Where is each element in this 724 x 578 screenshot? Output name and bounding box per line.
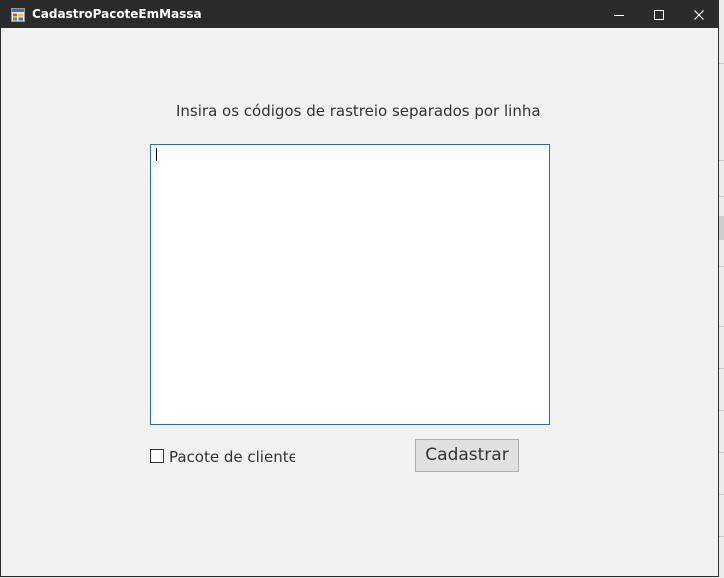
client-package-checkbox[interactable] — [150, 449, 164, 463]
background-scrollbar-thumb — [719, 216, 724, 240]
minimize-icon — [614, 5, 624, 24]
maximize-icon — [654, 5, 664, 24]
tracking-codes-textarea[interactable] — [150, 144, 550, 425]
window-title: CadastroPacoteEmMassa — [32, 7, 202, 21]
minimize-button[interactable] — [599, 1, 639, 28]
client-package-checkbox-label[interactable]: Pacote de clientes — [169, 448, 295, 467]
instruction-label: Insira os códigos de rastreio separados … — [176, 102, 541, 120]
maximize-button[interactable] — [639, 1, 679, 28]
title-bar[interactable]: CadastroPacoteEmMassa — [1, 1, 718, 28]
text-caret — [156, 148, 157, 161]
app-form-icon — [11, 7, 25, 22]
client-package-checkbox-control[interactable]: Pacote de clientes — [150, 448, 295, 468]
register-button[interactable]: Cadastrar — [415, 439, 519, 472]
close-button[interactable] — [679, 1, 719, 28]
close-icon — [694, 5, 704, 24]
